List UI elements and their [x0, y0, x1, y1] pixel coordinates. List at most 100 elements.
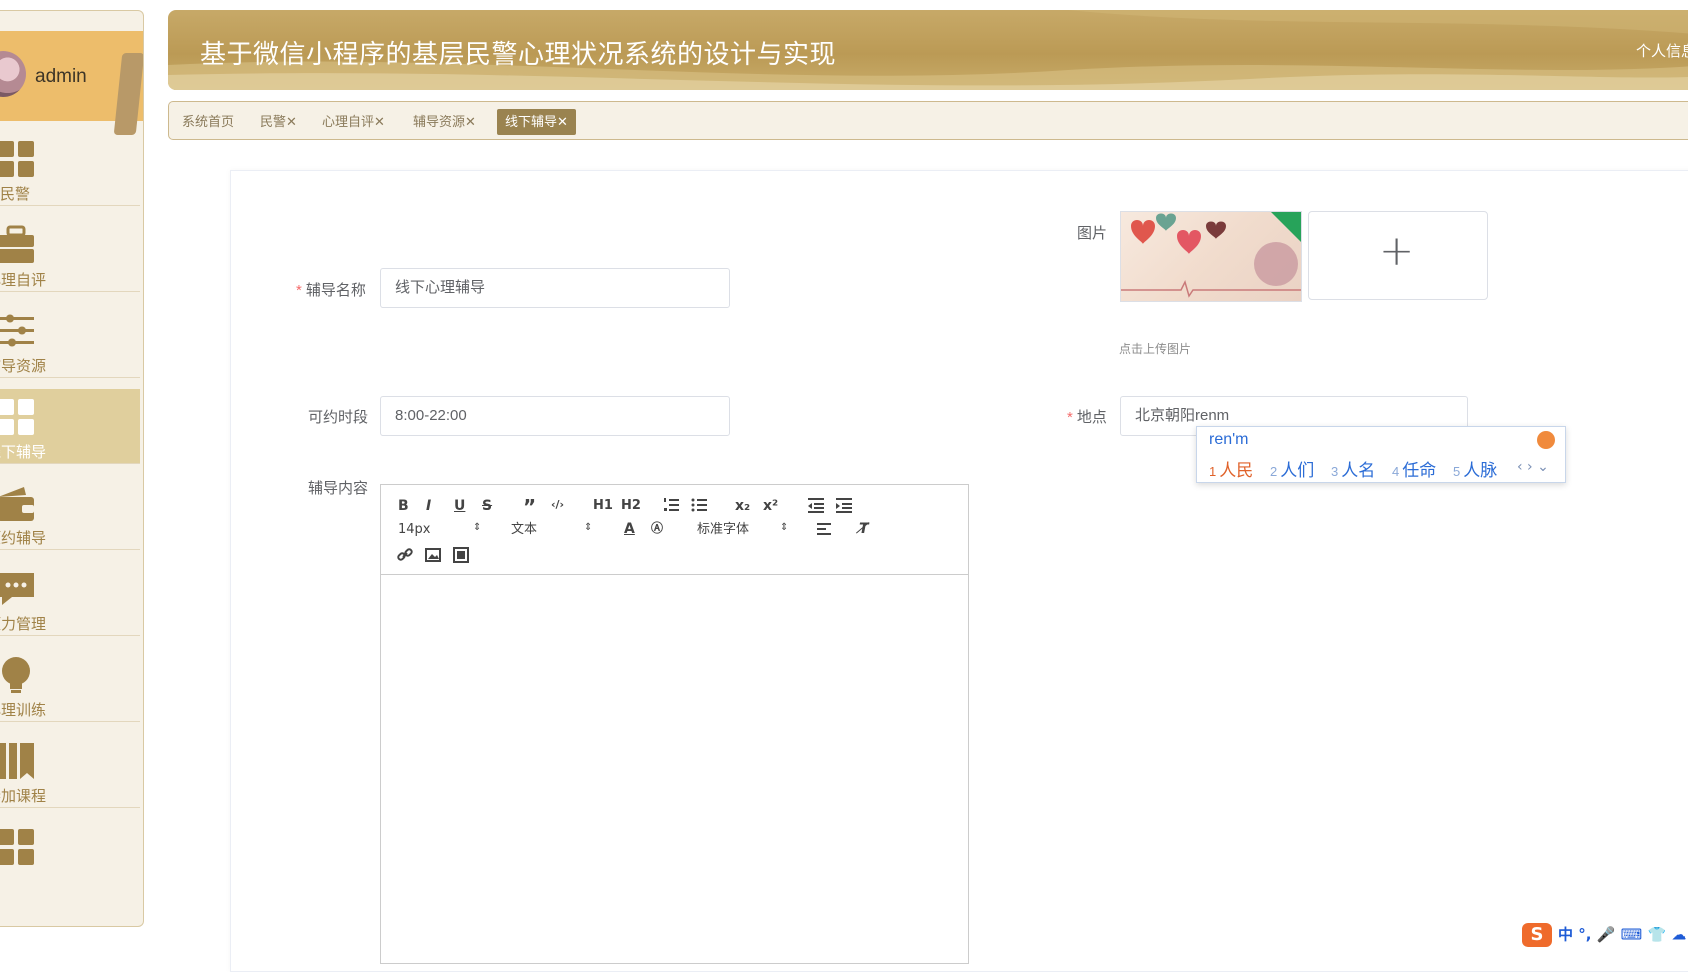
clear-format-icon[interactable]: T̸ [859, 522, 869, 536]
image-upload-button[interactable]: + [1308, 211, 1488, 300]
name-input[interactable]: 线下心理辅导 [380, 268, 730, 308]
ime-candidate-popup: ren'm 1 人民 2 人们 3 人名 4 任命 5 人脉 ‹ › ⌄ [1196, 426, 1566, 483]
close-icon[interactable]: ✕ [286, 114, 297, 129]
user-panel-decoration [113, 53, 143, 135]
content-label: 辅导内容 [308, 480, 369, 497]
sidebar-item-courses[interactable]: 参加课程 [0, 733, 140, 808]
ime-mode-label[interactable]: 中 [1558, 926, 1573, 944]
sidebar: admin 民警 心理自评 辅导资源 线下辅导 预约辅导 压力管理 心理训练 参… [0, 10, 144, 927]
sogou-logo-icon: S [1522, 923, 1552, 947]
ime-candidate[interactable]: 2 人们 [1270, 456, 1314, 481]
candidate-text: 任命 [1402, 461, 1437, 480]
bold-button[interactable]: B [398, 499, 409, 513]
image-icon[interactable] [425, 547, 441, 563]
ime-status-bar[interactable]: S中 °, 🎤 ⌨ 👕 ☁ [1522, 923, 1686, 947]
close-icon[interactable]: ✕ [557, 114, 568, 129]
outdent-icon[interactable] [808, 497, 824, 513]
sidebar-item-appointment[interactable]: 预约辅导 [0, 475, 140, 550]
rich-text-editor[interactable]: B I U S ” ‹/› H1 H2 x₂ x² 14px ⇕ 文本 ⇕ A … [380, 484, 969, 964]
sidebar-item-stress-management[interactable]: 压力管理 [0, 561, 140, 636]
sidebar-item-resources[interactable]: 辅导资源 [0, 303, 140, 378]
sidebar-item-label: 心理训练 [0, 702, 47, 719]
sidebar-item-training[interactable]: 心理训练 [0, 647, 140, 722]
location-label-text: 地点 [1076, 409, 1107, 426]
candidate-text: 人们 [1280, 461, 1315, 480]
location-label: * 地点 [1067, 406, 1107, 427]
profile-link[interactable]: 个人信息 [1636, 40, 1688, 61]
ime-candidate[interactable]: 5 人脉 [1453, 456, 1497, 481]
ime-page-nav[interactable]: ‹ › ⌄ [1517, 459, 1549, 475]
superscript-button[interactable]: x² [763, 499, 778, 513]
avatar[interactable] [0, 51, 26, 97]
font-family-select[interactable]: 标准字体 [697, 523, 749, 536]
sidebar-item-police[interactable]: 民警 [0, 131, 140, 206]
h1-button[interactable]: H1 [593, 499, 613, 512]
required-mark: * [1067, 409, 1073, 426]
tab-offline-counseling[interactable]: 线下辅导✕ [497, 109, 576, 135]
tab-home[interactable]: 系统首页 [182, 110, 234, 134]
book-icon [0, 743, 34, 779]
plus-icon: + [1379, 226, 1415, 275]
required-mark: * [296, 282, 302, 299]
underline-button[interactable]: U [454, 499, 465, 513]
font-color-icon[interactable]: A [624, 522, 635, 536]
ime-candidate[interactable]: 4 任命 [1392, 456, 1436, 481]
sidebar-item-more[interactable] [0, 819, 140, 893]
tab-label: 心理自评 [322, 114, 375, 129]
link-icon[interactable] [397, 547, 413, 563]
chevron-updown-icon: ⇕ [584, 522, 593, 533]
ordered-list-icon[interactable] [663, 497, 679, 513]
sidebar-item-label: 民警 [0, 186, 31, 203]
sidebar-item-self-assessment[interactable]: 心理自评 [0, 217, 140, 292]
uploaded-image-thumbnail[interactable] [1120, 211, 1302, 302]
wallet-icon [0, 487, 34, 521]
candidate-number: 4 [1392, 464, 1400, 479]
briefcase-icon [0, 225, 34, 263]
heart-illustration [1121, 212, 1301, 298]
blockquote-button[interactable]: ” [523, 497, 536, 517]
tab-label: 线下辅导 [505, 114, 558, 129]
tab-label: 民警 [260, 114, 287, 129]
font-size-select[interactable]: 14px [398, 523, 431, 536]
ime-tools-icons[interactable]: 🎤 ⌨ 👕 ☁ [1597, 926, 1687, 944]
tab-police[interactable]: 民警✕ [260, 110, 297, 134]
h2-button[interactable]: H2 [621, 499, 641, 512]
candidate-number: 2 [1270, 464, 1278, 479]
strike-button[interactable]: S [482, 499, 492, 513]
subscript-button[interactable]: x₂ [735, 499, 750, 513]
text-type-select[interactable]: 文本 [511, 523, 537, 536]
ime-candidate[interactable]: 3 人名 [1331, 456, 1375, 481]
background-color-icon[interactable]: Ⓐ [651, 522, 663, 534]
video-icon[interactable] [453, 547, 469, 563]
chevron-updown-icon: ⇕ [780, 522, 789, 533]
upload-hint: 点击上传图片 [1119, 342, 1192, 356]
time-label: 可约时段 [308, 409, 369, 426]
page-title: 基于微信小程序的基层民警心理状况系统的设计与实现 [200, 39, 837, 69]
italic-button[interactable]: I [426, 499, 431, 513]
tab-resources[interactable]: 辅导资源✕ [413, 110, 476, 134]
candidate-number: 5 [1453, 464, 1461, 479]
candidate-number: 3 [1331, 464, 1339, 479]
indent-icon[interactable] [836, 497, 852, 513]
candidate-text: 人名 [1341, 461, 1376, 480]
align-left-icon[interactable] [817, 522, 831, 536]
punctuation-icon[interactable]: °, [1578, 926, 1591, 944]
grid-icon [0, 399, 34, 435]
close-icon[interactable]: ✕ [374, 114, 385, 129]
ime-logo-icon [1537, 431, 1555, 449]
bullet-list-icon[interactable] [691, 497, 707, 513]
chat-icon [0, 573, 34, 605]
sidebar-item-offline-counseling[interactable]: 线下辅导 [0, 389, 140, 464]
image-label: 图片 [1077, 225, 1108, 242]
sliders-icon [0, 314, 34, 347]
name-label: * 辅导名称 [296, 279, 366, 300]
close-icon[interactable]: ✕ [465, 114, 476, 129]
tab-label: 系统首页 [182, 114, 235, 129]
ime-composition: ren'm [1209, 431, 1249, 448]
tab-self-assessment[interactable]: 心理自评✕ [322, 110, 385, 134]
code-button[interactable]: ‹/› [551, 499, 564, 510]
sidebar-item-label: 辅导资源 [0, 358, 47, 375]
time-input[interactable]: 8:00-22:00 [380, 396, 730, 436]
ime-candidate[interactable]: 1 人民 [1209, 456, 1253, 481]
name-label-text: 辅导名称 [305, 282, 366, 299]
